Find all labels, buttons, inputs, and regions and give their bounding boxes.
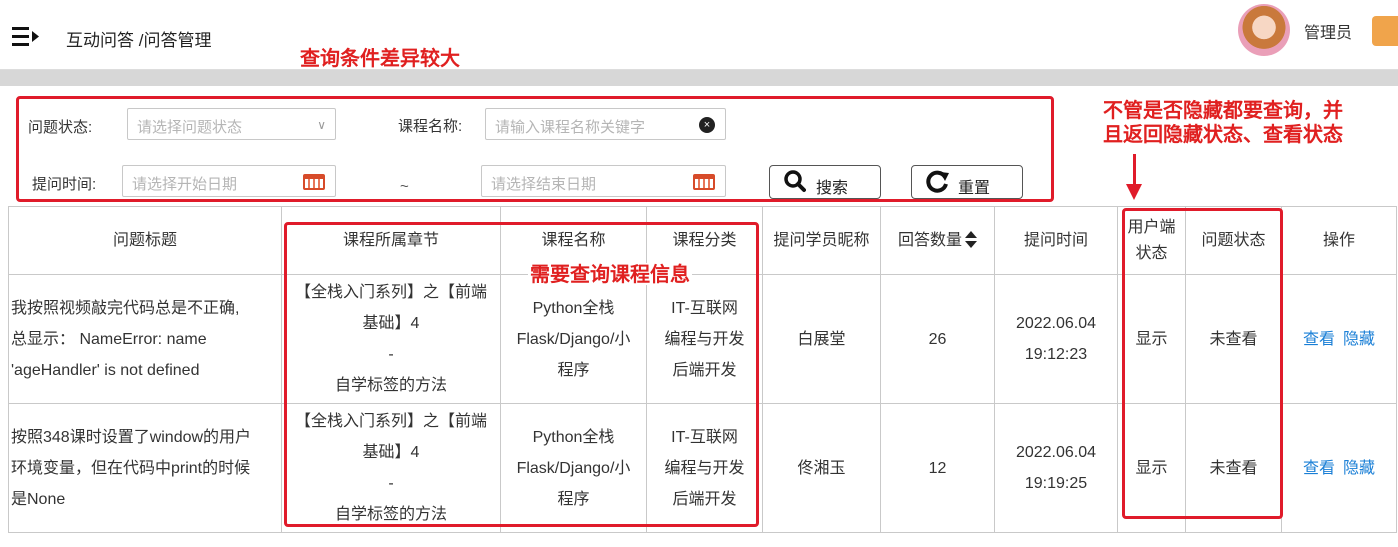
question-title-cell: 按照348课时设置了window的用户 环境变量，但在代码中print的时候 是No… bbox=[8, 403, 282, 533]
end-date-input[interactable]: 请选择结束日期 bbox=[481, 165, 726, 197]
answers-cell: 12 bbox=[880, 403, 995, 533]
refresh-icon bbox=[926, 169, 950, 199]
breadcrumb: 互动问答 /问答管理 bbox=[66, 31, 212, 50]
time-cell: 2022.06.04 19:19:25 bbox=[994, 403, 1118, 533]
title-line: 总显示： NameError: name bbox=[11, 330, 207, 348]
status-select[interactable]: 请选择问题状态 ∨ bbox=[127, 108, 336, 140]
calendar-icon[interactable] bbox=[693, 174, 715, 190]
search-button-label: 搜索 bbox=[816, 180, 849, 197]
avatar[interactable] bbox=[1238, 4, 1290, 56]
date-range-separator: ~ bbox=[400, 178, 409, 195]
status-select-placeholder: 请选择问题状态 bbox=[137, 119, 243, 136]
col-header-actions: 操作 bbox=[1281, 206, 1397, 275]
divider-bar bbox=[0, 70, 1398, 86]
time-date: 2022.06.04 bbox=[1015, 444, 1097, 461]
user-name[interactable]: 管理员 bbox=[1304, 19, 1352, 43]
annotation-status-note-line1: 不管是否隐藏都要查询，并 bbox=[1103, 98, 1343, 122]
hide-link[interactable]: 隐藏 bbox=[1343, 460, 1375, 477]
clear-icon[interactable]: × bbox=[699, 117, 715, 133]
course-search-input[interactable]: 请输入课程名称关键字 × bbox=[485, 108, 726, 140]
menu-collapse-icon[interactable] bbox=[12, 25, 40, 47]
actions-cell: 查看 隐藏 bbox=[1281, 403, 1397, 533]
actions-cell: 查看 隐藏 bbox=[1281, 274, 1397, 404]
course-search-placeholder: 请输入课程名称关键字 bbox=[495, 119, 646, 136]
start-date-placeholder: 请选择开始日期 bbox=[132, 176, 238, 193]
question-title-cell: 我按照视频敲完代码总是不正确, 总显示： NameError: name 'ageH… bbox=[8, 274, 282, 404]
title-line: 'ageHandler' is not defined bbox=[11, 361, 200, 379]
answers-cell: 26 bbox=[880, 274, 995, 404]
reset-button[interactable]: 重置 bbox=[911, 165, 1023, 199]
student-cell: 佟湘玉 bbox=[762, 403, 881, 533]
view-link[interactable]: 查看 bbox=[1303, 460, 1335, 477]
student-cell: 白展堂 bbox=[762, 274, 881, 404]
title-line: 是None bbox=[11, 490, 66, 508]
start-date-input[interactable]: 请选择开始日期 bbox=[122, 165, 336, 197]
sort-icon[interactable] bbox=[965, 231, 977, 249]
col-header-student: 提问学员昵称 bbox=[762, 206, 881, 275]
annotation-course-note: 需要查询课程信息 bbox=[528, 262, 692, 286]
view-link[interactable]: 查看 bbox=[1303, 331, 1335, 348]
end-date-placeholder: 请选择结束日期 bbox=[491, 176, 597, 193]
col-header-title: 问题标题 bbox=[8, 206, 282, 275]
time-clock: 19:19:25 bbox=[1024, 475, 1088, 492]
time-date: 2022.06.04 bbox=[1015, 315, 1097, 332]
search-button[interactable]: 搜索 bbox=[769, 165, 881, 199]
calendar-icon[interactable] bbox=[303, 174, 325, 190]
annotation-status-note-line2: 且返回隐藏状态、查看状态 bbox=[1103, 122, 1343, 146]
course-filter-label: 课程名称: bbox=[398, 118, 463, 135]
time-filter-label: 提问时间: bbox=[32, 176, 97, 193]
search-icon bbox=[784, 169, 806, 199]
time-clock: 19:12:23 bbox=[1024, 346, 1088, 363]
title-line: 环境变量，但在代码中print的时候 bbox=[11, 459, 251, 477]
hide-link[interactable]: 隐藏 bbox=[1343, 331, 1375, 348]
col-header-time: 提问时间 bbox=[994, 206, 1118, 275]
top-header: 互动问答 /问答管理 管理员 bbox=[0, 0, 1398, 70]
logout-icon[interactable] bbox=[1372, 16, 1398, 46]
col-header-answers-label: 回答数量 bbox=[897, 231, 962, 249]
title-line: 我按照视频敲完代码总是不正确, bbox=[11, 299, 240, 317]
time-cell: 2022.06.04 19:12:23 bbox=[994, 274, 1118, 404]
annotation-arrow-icon bbox=[1126, 184, 1142, 200]
col-header-answers[interactable]: 回答数量 bbox=[880, 206, 995, 275]
annotation-filter-note: 查询条件差异较大 bbox=[300, 46, 460, 70]
reset-button-label: 重置 bbox=[958, 180, 991, 197]
status-filter-label: 问题状态: bbox=[28, 119, 93, 136]
chevron-down-icon: ∨ bbox=[317, 118, 326, 132]
title-line: 按照348课时设置了window的用户 bbox=[11, 428, 252, 446]
annotation-arrow-shaft bbox=[1133, 154, 1136, 186]
annotation-box-status bbox=[1122, 208, 1283, 519]
